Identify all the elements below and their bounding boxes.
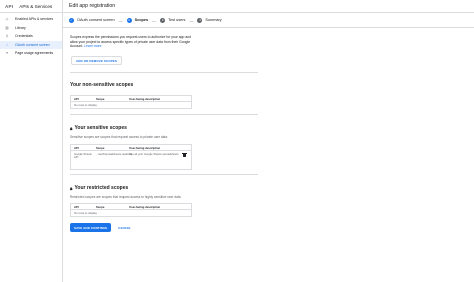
- stepper: ✓ OAuth consent screen — 2 Scopes — 3 Te…: [63, 13, 474, 28]
- sidebar-item-credentials[interactable]: ⚷ Credentials: [0, 32, 62, 41]
- page-title: Edit app registration: [69, 3, 116, 9]
- save-and-continue-button[interactable]: SAVE AND CONTINUE: [70, 223, 112, 232]
- page-header: Edit app registration: [63, 0, 474, 13]
- divider: [70, 114, 258, 115]
- intro-text: Scopes express the permissions you reque…: [70, 35, 196, 49]
- restricted-table: API Scope User-facing description No row…: [70, 203, 192, 217]
- empty-row: No rows to display: [74, 211, 97, 215]
- sensitive-description: Sensitive scopes are scopes that request…: [70, 135, 168, 139]
- step-label: Summary: [205, 18, 222, 22]
- section-heading: Your restricted scopes: [74, 185, 129, 191]
- column-header-scope[interactable]: Scope: [93, 205, 126, 209]
- diamond-icon: ◇: [5, 17, 9, 22]
- sidebar-item-label: Page usage agreements: [15, 51, 54, 56]
- lock-icon: 🔒︎: [70, 125, 73, 131]
- cancel-button[interactable]: CANCEL: [114, 223, 135, 232]
- app-title: APIs & Services: [19, 3, 53, 9]
- settings-list-icon: ≡: [5, 51, 9, 56]
- section-heading: Your non-sensitive scopes: [70, 82, 134, 88]
- step-number: 3: [160, 17, 166, 23]
- column-header-api[interactable]: API: [71, 205, 93, 209]
- step-summary[interactable]: 4 Summary: [197, 17, 222, 23]
- api-logo[interactable]: API: [5, 4, 13, 9]
- step-test-users[interactable]: 3 Test users: [160, 17, 186, 23]
- column-header-api[interactable]: API: [71, 146, 93, 150]
- add-remove-scopes-button[interactable]: ADD OR REMOVE SCOPES: [71, 56, 123, 65]
- step-label: Test users: [168, 18, 186, 22]
- step-separator: —: [152, 17, 157, 23]
- empty-row: No rows to display: [74, 103, 97, 107]
- restricted-title: 🔒︎ Your restricted scopes: [70, 185, 128, 191]
- step-scopes[interactable]: 2 Scopes: [126, 17, 149, 23]
- delete-icon[interactable]: [182, 152, 187, 158]
- step-number: 2: [126, 17, 132, 23]
- sidebar-item-label: Enabled APIs & services: [15, 17, 54, 22]
- learn-more-link[interactable]: Learn more: [84, 44, 101, 48]
- sidebar-item-label: Library: [15, 25, 26, 30]
- app-header: API APIs & Services: [0, 0, 63, 13]
- divider: [70, 174, 258, 175]
- sidebar-item-page-usage[interactable]: ≡ Page usage agreements: [0, 49, 62, 58]
- column-header-description[interactable]: User-facing description: [126, 205, 191, 209]
- non-sensitive-table: API Scope User-facing description No row…: [70, 95, 192, 109]
- row-scope: .../auth/spreadsheets.readonly: [96, 153, 133, 156]
- step-oauth-consent[interactable]: ✓ OAuth consent screen: [69, 17, 115, 23]
- key-icon: ⚷: [5, 34, 9, 39]
- step-separator: —: [189, 17, 194, 23]
- sidebar-item-enabled-apis[interactable]: ◇ Enabled APIs & services: [0, 15, 62, 24]
- step-label: OAuth consent screen: [77, 18, 115, 22]
- sidebar-item-oauth-consent[interactable]: ⁞ OAuth consent screen: [0, 40, 62, 49]
- sensitive-title: 🔒︎ Your sensitive scopes: [70, 125, 127, 131]
- column-header-description[interactable]: User-facing description: [126, 97, 191, 101]
- restricted-lock-icon: 🔒︎: [70, 185, 73, 191]
- sensitive-table: API Scope User-facing description Google…: [70, 144, 192, 170]
- row-api: Google Sheets API: [74, 153, 92, 160]
- sidebar-item-label: OAuth consent screen: [15, 42, 50, 47]
- step-separator: —: [118, 17, 123, 23]
- column-header-scope[interactable]: Scope: [93, 146, 126, 150]
- non-sensitive-title: Your non-sensitive scopes: [70, 82, 133, 88]
- divider: [70, 72, 258, 73]
- sidebar: ◇ Enabled APIs & services ▥ Library ⚷ Cr…: [0, 13, 63, 282]
- library-icon: ▥: [5, 25, 9, 30]
- sidebar-item-label: Credentials: [15, 34, 33, 39]
- check-circle-icon: ✓: [69, 17, 74, 23]
- column-header-description[interactable]: User-facing description: [126, 146, 191, 150]
- section-heading: Your sensitive scopes: [74, 125, 127, 131]
- sidebar-item-library[interactable]: ▥ Library: [0, 24, 62, 33]
- step-number: 4: [197, 17, 203, 23]
- restricted-description: Restricted scopes are scopes that reques…: [70, 195, 182, 199]
- row-description: See all your Google Sheets spreadsheets: [129, 153, 179, 156]
- step-label: Scopes: [134, 18, 149, 22]
- consent-icon: ⁞: [6, 42, 8, 47]
- column-header-scope[interactable]: Scope: [93, 97, 126, 101]
- table-row: Google Sheets API .../auth/spreadsheets.…: [71, 151, 191, 169]
- column-header-api[interactable]: API: [71, 97, 93, 101]
